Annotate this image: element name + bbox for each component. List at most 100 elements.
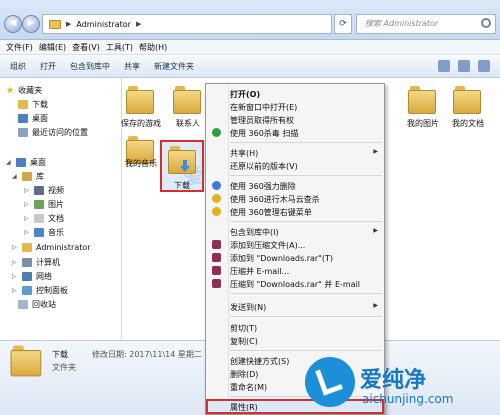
nav-label: 下载 [32, 100, 48, 109]
folder-my-documents[interactable] [453, 86, 483, 114]
menu-item-properties[interactable]: 属性(R) [206, 399, 384, 414]
nav-computer[interactable]: ▷ 计算机 [12, 256, 60, 269]
menu-item-take-ownership[interactable]: 管理员取得所有权 [206, 113, 384, 126]
nav-library[interactable]: ◢ 库 [12, 170, 44, 183]
share-button[interactable]: 共享 [124, 61, 140, 72]
download-arrow-icon [180, 160, 190, 172]
menu-item-cut[interactable]: 剪切(T) [206, 321, 384, 334]
menu-item-create-shortcut[interactable]: 创建快捷方式(S) [206, 354, 384, 367]
desktop-icon [16, 158, 26, 167]
nav-recycle-bin[interactable]: 回收站 [18, 298, 56, 311]
search-input[interactable]: 搜索 Administrator [356, 14, 496, 34]
refresh-button[interactable]: ⟳ [334, 14, 352, 34]
menu-item-360-manage-menu[interactable]: 使用 360管理右键菜单 [206, 205, 384, 218]
nav-item-recent[interactable]: 最近访问的位置 [18, 126, 88, 139]
nav-item-downloads[interactable]: 下载 [18, 98, 48, 111]
menu-bar: 文件(F) 编辑(E) 查看(V) 工具(T) 帮助(H) [0, 40, 500, 55]
menu-item-360-trojan-scan[interactable]: 使用 360进行木马云查杀 [206, 192, 384, 205]
menu-item-share[interactable]: 共享(H) ▶ [206, 146, 384, 159]
menu-item-open[interactable]: 打开(O) [206, 87, 384, 100]
nav-item-documents[interactable]: ▷ 文档 [24, 212, 64, 225]
nav-item-music[interactable]: ▷ 音乐 [24, 226, 64, 239]
nav-label: 计算机 [36, 258, 60, 267]
menu-item-copy[interactable]: 复制(C) [206, 334, 384, 347]
folder-saved-games[interactable] [126, 86, 156, 114]
menu-label: 在新窗口中打开(E) [230, 103, 298, 112]
menu-item-send-to[interactable]: 发送到(N) ▶ [206, 300, 384, 313]
computer-icon [22, 258, 32, 267]
nav-label: 视频 [48, 186, 64, 195]
expand-icon: ▷ [24, 215, 29, 222]
organize-button[interactable]: 组织 [10, 61, 26, 72]
selected-folder-downloads[interactable]: 下载 [160, 140, 204, 192]
menu-item-delete[interactable]: 删除(D) [206, 367, 384, 380]
back-arrow-icon: ◀ [9, 18, 17, 28]
videos-icon [34, 186, 44, 195]
folder-label: 我的文档 [452, 119, 484, 128]
menu-item-360-force-delete[interactable]: 使用 360强力删除 [206, 179, 384, 192]
nav-item-videos[interactable]: ▷ 视频 [24, 184, 64, 197]
menu-item-include-library[interactable]: 包含到库中(I) ▶ [206, 225, 384, 238]
address-bar: ◀ ▶ ▶ Administrator ▶ ⟳ 搜索 Administrator [0, 0, 500, 40]
forward-button[interactable]: ▶ [22, 15, 40, 33]
menu-item-360-scan[interactable]: 使用 360杀毒 扫描 [206, 126, 384, 139]
nav-label: 收藏夹 [18, 86, 43, 95]
menu-item-add-to-rar[interactable]: 添加到 "Downloads.rar"(T) [206, 251, 384, 264]
address-field[interactable]: ▶ Administrator ▶ [42, 14, 332, 34]
forward-arrow-icon: ▶ [27, 18, 35, 28]
menu-label: 属性(R) [230, 403, 258, 412]
folder-my-pictures[interactable] [408, 86, 438, 114]
new-folder-button[interactable]: 新建文件夹 [154, 61, 194, 72]
context-menu: 打开(O) 在新窗口中打开(E) 管理员取得所有权 使用 360杀毒 扫描 共享… [205, 83, 385, 415]
command-toolbar: 组织 打开 包含到库中 共享 新建文件夹 [0, 56, 500, 78]
recent-places-icon [18, 128, 28, 137]
menu-label: 压缩并 E-mail... [230, 267, 290, 276]
nav-desktop[interactable]: ◢ 桌面 [6, 156, 46, 169]
menu-view[interactable]: 查看(V) [72, 42, 100, 53]
navigation-pane: ★ 收藏夹 下载 桌面 最近访问的位置 ◢ 桌面 ◢ 库 ▷ 视频 ▷ 图片 ▷… [0, 78, 122, 340]
nav-label: 控制面板 [36, 286, 68, 295]
menu-item-compress-email[interactable]: 压缩并 E-mail... [206, 264, 384, 277]
nav-administrator[interactable]: ▷ Administrator [12, 241, 91, 254]
nav-item-desktop[interactable]: 桌面 [18, 112, 48, 125]
menu-help[interactable]: 帮助(H) [139, 42, 167, 53]
back-button[interactable]: ◀ [4, 15, 22, 33]
menu-label: 复制(C) [230, 337, 258, 346]
watermark-url: aichunjing.com [362, 392, 454, 406]
menu-label: 添加到 "Downloads.rar"(T) [230, 254, 333, 263]
network-icon [22, 272, 32, 281]
menu-label: 使用 360进行木马云查杀 [230, 195, 320, 204]
nav-label: 桌面 [32, 114, 48, 123]
360-delete-icon [212, 181, 221, 190]
folder-label: 下载 [174, 181, 190, 190]
expand-icon: ▷ [24, 201, 29, 208]
menu-item-rename[interactable]: 重命名(M) [206, 380, 384, 393]
nav-control-panel[interactable]: ▷ 控制面板 [12, 284, 68, 297]
help-icon[interactable] [478, 60, 490, 72]
open-button[interactable]: 打开 [40, 61, 56, 72]
menu-edit[interactable]: 编辑(E) [39, 42, 66, 53]
collapse-icon: ◢ [6, 159, 11, 166]
menu-item-open-new-window[interactable]: 在新窗口中打开(E) [206, 100, 384, 113]
nav-favorites[interactable]: ★ 收藏夹 [6, 84, 42, 97]
menu-label: 添加到压缩文件(A)... [230, 241, 306, 250]
menu-tools[interactable]: 工具(T) [106, 42, 133, 53]
menu-item-restore-versions[interactable]: 还原以前的版本(V) [206, 159, 384, 172]
menu-item-compress-rar-email[interactable]: 压缩到 "Downloads.rar" 并 E-mail [206, 277, 384, 290]
winrar-icon [212, 266, 221, 275]
expand-icon: ▷ [12, 273, 17, 280]
recycle-bin-icon [18, 300, 28, 309]
menu-label: 打开(O) [230, 90, 261, 99]
include-in-library-button[interactable]: 包含到库中 [70, 61, 110, 72]
watermark-logo [305, 357, 355, 407]
folder-contacts[interactable] [173, 86, 203, 114]
nav-item-pictures[interactable]: ▷ 图片 [24, 198, 64, 211]
menu-file[interactable]: 文件(F) [6, 42, 33, 53]
nav-network[interactable]: ▷ 网络 [12, 270, 52, 283]
view-mode-icon[interactable] [438, 60, 450, 72]
menu-label: 共享(H) [230, 149, 259, 158]
menu-label: 创建快捷方式(S) [230, 357, 290, 366]
preview-pane-icon[interactable] [458, 60, 470, 72]
menu-label: 使用 360杀毒 扫描 [230, 129, 299, 138]
menu-item-add-archive[interactable]: 添加到压缩文件(A)... [206, 238, 384, 251]
